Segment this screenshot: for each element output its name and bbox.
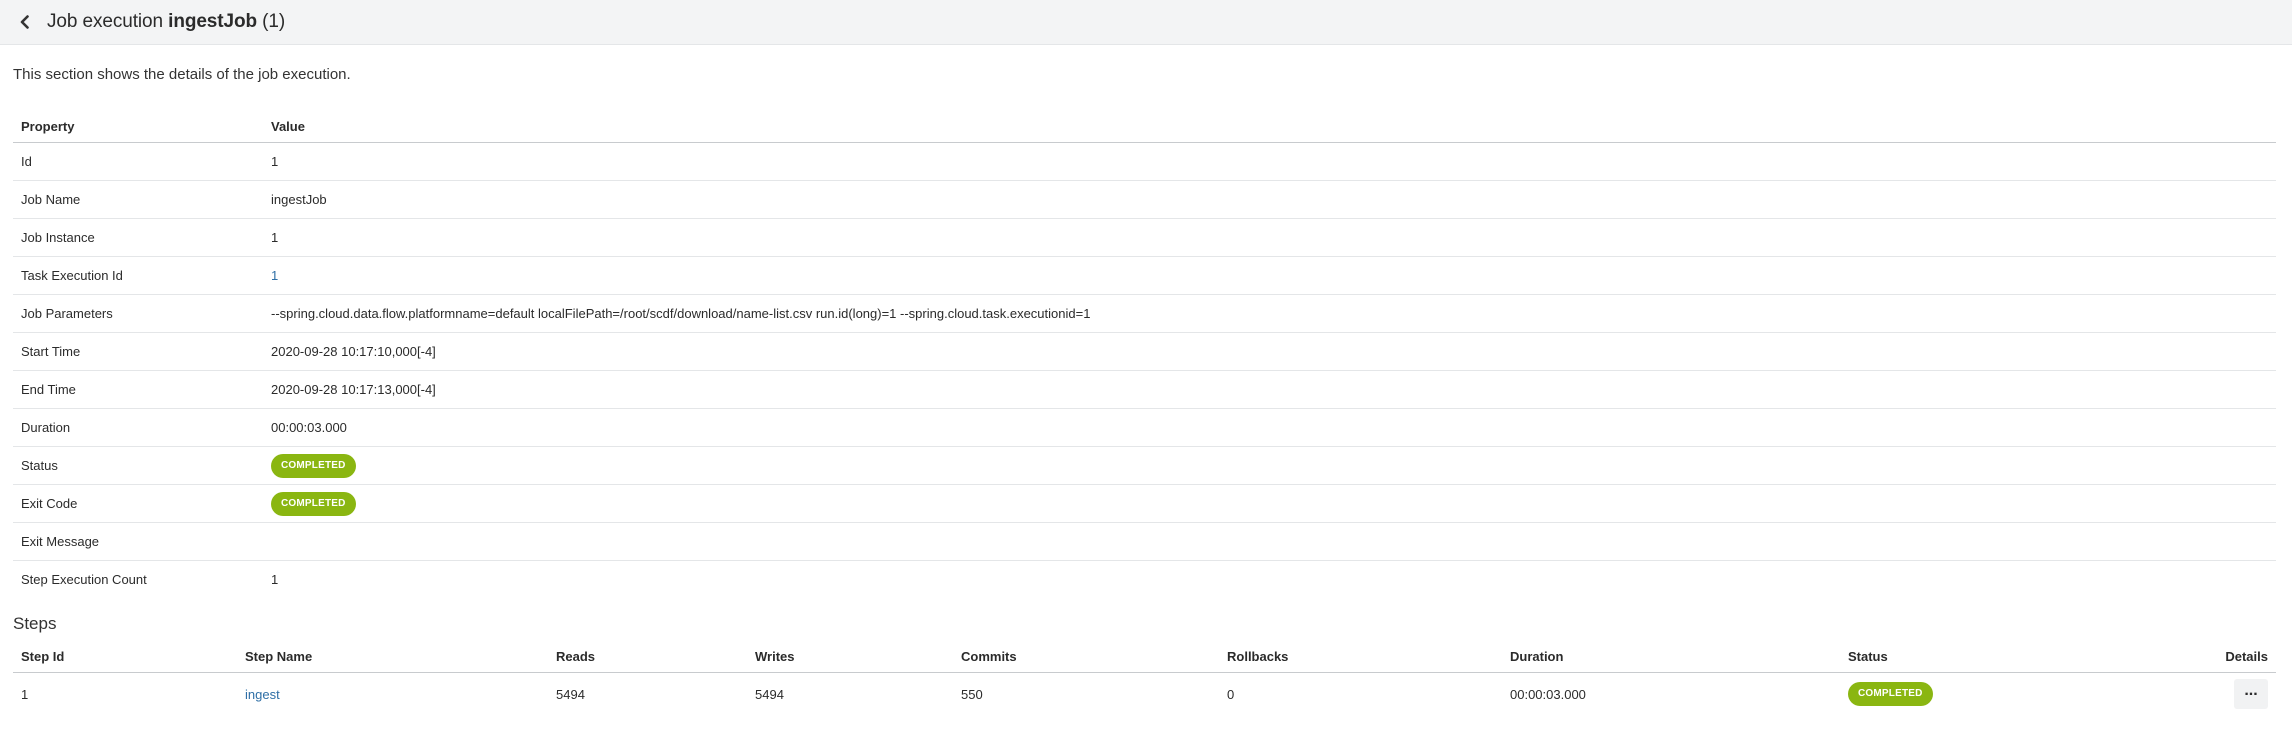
exit-code-badge: COMPLETED (271, 491, 356, 516)
step-commits: 550 (961, 686, 983, 702)
steps-table: Step Id Step Name Reads Writes Commits R… (13, 640, 2276, 715)
task-execution-link[interactable]: 1 (271, 268, 278, 283)
table-row: End Time 2020-09-28 10:17:13,000[-4] (13, 370, 2276, 409)
column-header-step-id: Step Id (13, 640, 237, 673)
column-header-details: Details (2115, 640, 2276, 673)
table-header-row: Property Value (13, 110, 2276, 143)
property-value: --spring.cloud.data.flow.platformname=de… (263, 294, 2276, 333)
job-properties-table: Property Value Id 1 Job Name ingestJob Job… (13, 110, 2276, 598)
property-value: 2020-09-28 10:17:13,000[-4] (263, 370, 2276, 409)
table-header-row: Step Id Step Name Reads Writes Commits R… (13, 640, 2276, 673)
column-header-rollbacks: Rollbacks (1219, 640, 1502, 673)
property-key: Exit Code (13, 484, 263, 523)
property-value: COMPLETED (263, 484, 2276, 523)
table-row: Duration 00:00:03.000 (13, 408, 2276, 447)
property-value: ingestJob (263, 180, 2276, 219)
steps-section-title: Steps (13, 614, 57, 633)
property-value: 2020-09-28 10:17:10,000[-4] (263, 332, 2276, 371)
table-row: Job Name ingestJob (13, 180, 2276, 219)
property-key: Step Execution Count (21, 572, 147, 587)
property-key: End Time (13, 370, 263, 409)
table-row: Start Time 2020-09-28 10:17:10,000[-4] (13, 332, 2276, 371)
step-duration: 00:00:03.000 (1510, 686, 1586, 702)
step-rollbacks: 0 (1227, 686, 1235, 702)
status-badge: COMPLETED (271, 453, 356, 478)
property-value: 00:00:03.000 (263, 408, 2276, 447)
title-job-name: ingestJob (168, 11, 257, 32)
property-key: Job Parameters (13, 294, 263, 333)
property-value (263, 522, 2276, 561)
step-name-cell: ingest (237, 673, 548, 716)
table-row: Task Execution Id 1 (13, 256, 2276, 295)
step-status-cell: COMPLETED (1840, 673, 2115, 716)
status-badge: COMPLETED (1848, 682, 1933, 706)
property-key: Task Execution Id (13, 256, 263, 295)
step-id: 1 (21, 686, 29, 702)
column-header-duration: Duration (1502, 640, 1840, 673)
title-prefix: Job execution (47, 11, 163, 32)
table-row: Step Execution Count 1 (13, 561, 2276, 599)
table-row: Exit Message (13, 522, 2276, 561)
property-value: COMPLETED (263, 446, 2276, 485)
property-key: Job Instance (13, 218, 263, 257)
details-more-button[interactable]: ... (2234, 679, 2268, 709)
property-value: 1 (263, 218, 2276, 257)
column-header-property: Property (13, 110, 263, 143)
table-row: Exit Code COMPLETED (13, 484, 2276, 523)
column-header-step-name: Step Name (237, 640, 548, 673)
property-value: 1 (263, 256, 2276, 295)
table-row: Job Parameters --spring.cloud.data.flow.p… (13, 294, 2276, 333)
column-header-writes: Writes (747, 640, 953, 673)
table-row: 1 ingest 5494 5494 550 0 00:00:03.000 CO… (13, 673, 2276, 716)
page-title: Job execution ingestJob (1) (47, 11, 285, 33)
step-name-link[interactable]: ingest (245, 687, 280, 702)
column-header-status: Status (1840, 640, 2116, 673)
property-value: 1 (263, 142, 2276, 181)
property-key: Exit Message (13, 522, 263, 561)
chevron-left-icon (20, 15, 29, 29)
table-row: Id 1 (13, 142, 2276, 181)
property-key: Start Time (13, 332, 263, 371)
property-key: Status (13, 446, 263, 485)
property-key: Job Name (13, 180, 263, 219)
step-writes: 5494 (755, 686, 784, 702)
page-description: This section shows the details of the jo… (13, 66, 351, 83)
column-header-commits: Commits (953, 640, 1219, 673)
title-job-count: (1) (262, 11, 286, 32)
table-row: Job Instance 1 (13, 218, 2276, 257)
step-details-cell: ... (2115, 673, 2276, 716)
step-reads: 5494 (556, 686, 585, 702)
table-row: Status COMPLETED (13, 446, 2276, 485)
page-header: Job execution ingestJob (1) (0, 0, 2292, 45)
back-button[interactable] (14, 11, 36, 33)
property-key: Id (13, 142, 263, 181)
property-key: Duration (13, 408, 263, 447)
column-header-value: Value (263, 110, 2276, 143)
property-value: 1 (271, 572, 279, 587)
column-header-reads: Reads (548, 640, 747, 673)
